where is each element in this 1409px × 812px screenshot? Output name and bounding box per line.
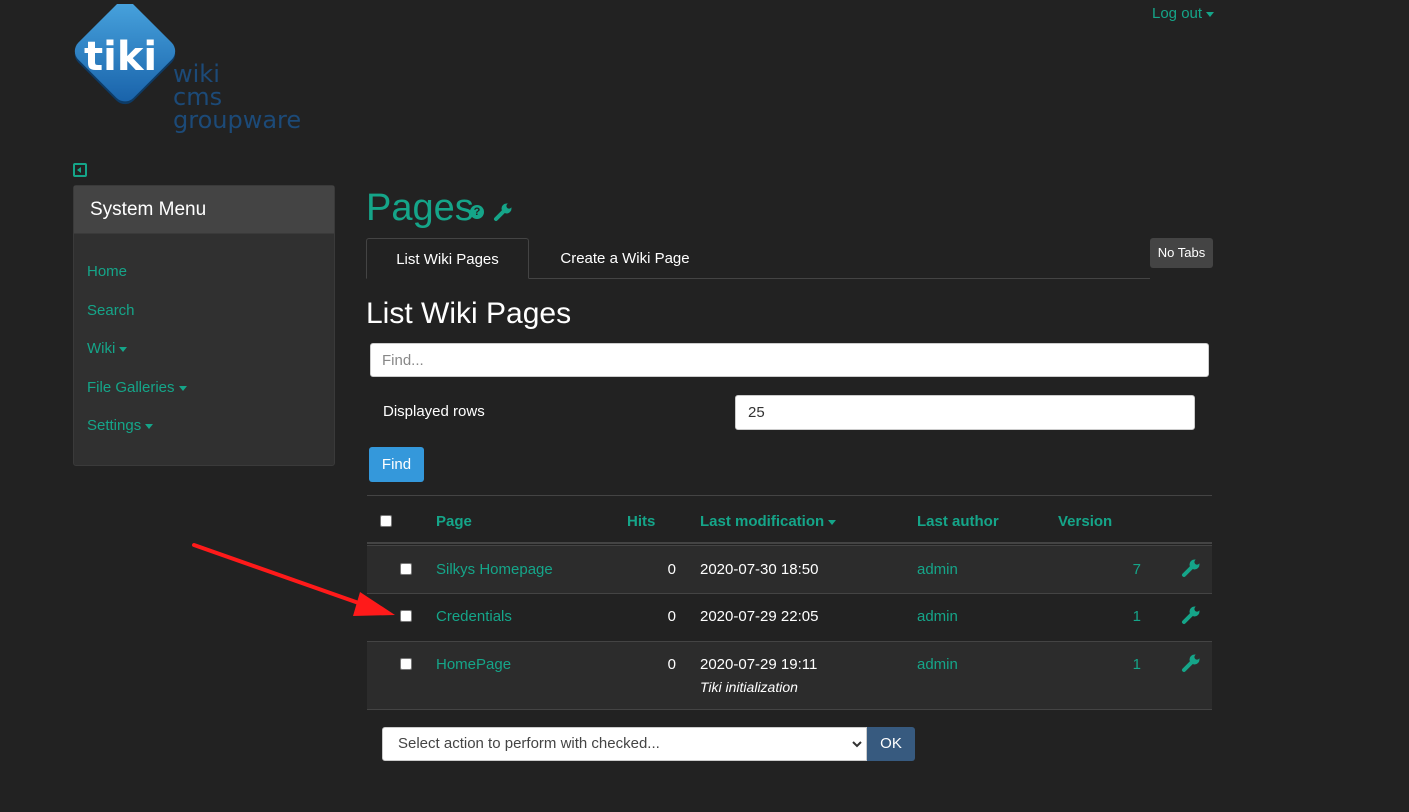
chevron-down-icon [145, 423, 154, 429]
page-link[interactable]: Silkys Homepage [436, 561, 553, 578]
sidebar-item-search[interactable]: Search [87, 302, 135, 319]
table-row: HomePage 0 2020-07-29 19:11 Tiki initial… [367, 641, 1212, 710]
version-link[interactable]: 1 [1058, 608, 1141, 625]
tab-create-wiki-page[interactable]: Create a Wiki Page [530, 238, 720, 279]
version-comment: Tiki initialization [700, 679, 798, 695]
logo-tagline: wiki cms groupware [173, 60, 302, 134]
select-all-checkbox[interactable] [380, 515, 392, 527]
page-title: Pages [366, 187, 474, 229]
tab-list-wiki-pages[interactable]: List Wiki Pages [366, 238, 529, 279]
sidebar-item-settings[interactable]: Settings [87, 417, 154, 434]
modified-value: 2020-07-30 18:50 [700, 561, 819, 578]
sidebar-item-wiki[interactable]: Wiki [87, 340, 128, 357]
wrench-icon[interactable] [1181, 558, 1201, 578]
chevron-down-icon [119, 346, 128, 352]
ok-button[interactable]: OK [867, 727, 915, 761]
modified-value: 2020-07-29 22:05 [700, 608, 819, 625]
row-checkbox[interactable] [400, 658, 412, 670]
logout-menu[interactable]: Log out [1152, 5, 1215, 22]
table-row: Credentials 0 2020-07-29 22:05 admin 1 [367, 593, 1212, 641]
chevron-down-icon [1206, 11, 1215, 17]
wrench-icon[interactable] [493, 202, 513, 222]
wrench-icon[interactable] [1181, 605, 1201, 625]
hits-value: 0 [667, 561, 676, 578]
no-tabs-button[interactable]: No Tabs [1150, 238, 1213, 268]
chevron-down-icon [178, 385, 187, 391]
logo-letters: tiki [84, 34, 157, 80]
page-link[interactable]: HomePage [436, 656, 511, 673]
table-row: Silkys Homepage 0 2020-07-30 18:50 admin… [367, 545, 1212, 593]
page-link[interactable]: Credentials [436, 608, 512, 625]
column-page[interactable]: Page [436, 513, 472, 530]
bulk-action-selected: Select action to perform with checked... [398, 735, 660, 752]
row-checkbox[interactable] [400, 563, 412, 575]
sidebar-collapse-icon[interactable] [73, 163, 87, 177]
column-last-modification[interactable]: Last modification [700, 513, 837, 530]
hits-value: 0 [667, 608, 676, 625]
author-link[interactable]: admin [917, 608, 958, 625]
sort-desc-icon [828, 519, 837, 525]
wrench-icon[interactable] [1181, 653, 1201, 673]
system-menu: System Menu Home Search Wiki File Galler… [73, 185, 335, 466]
bulk-action-select[interactable]: Select action to perform with checked... [382, 727, 867, 761]
row-checkbox[interactable] [400, 610, 412, 622]
chevron-down-icon [852, 741, 862, 748]
column-last-author[interactable]: Last author [917, 513, 999, 530]
help-icon[interactable]: ? [470, 205, 484, 219]
sidebar-item-home[interactable]: Home [87, 263, 127, 280]
sidebar-item-file-galleries[interactable]: File Galleries [87, 379, 187, 396]
logout-label: Log out [1152, 5, 1203, 22]
system-menu-title: System Menu [74, 186, 334, 234]
column-hits[interactable]: Hits [627, 513, 655, 530]
displayed-rows-input[interactable] [735, 395, 1195, 430]
search-input[interactable] [370, 343, 1209, 377]
version-link[interactable]: 7 [1058, 561, 1141, 578]
modified-value: 2020-07-29 19:11 [700, 656, 818, 673]
column-version[interactable]: Version [1058, 513, 1112, 530]
author-link[interactable]: admin [917, 561, 958, 578]
annotation-arrow [192, 543, 395, 616]
table-header: Page Hits Last modification Last author … [367, 495, 1212, 544]
displayed-rows-label: Displayed rows [383, 403, 485, 420]
author-link[interactable]: admin [917, 656, 958, 673]
hits-value: 0 [667, 656, 676, 673]
section-title: List Wiki Pages [366, 297, 572, 330]
version-link[interactable]: 1 [1058, 656, 1141, 673]
find-button[interactable]: Find [369, 447, 424, 482]
